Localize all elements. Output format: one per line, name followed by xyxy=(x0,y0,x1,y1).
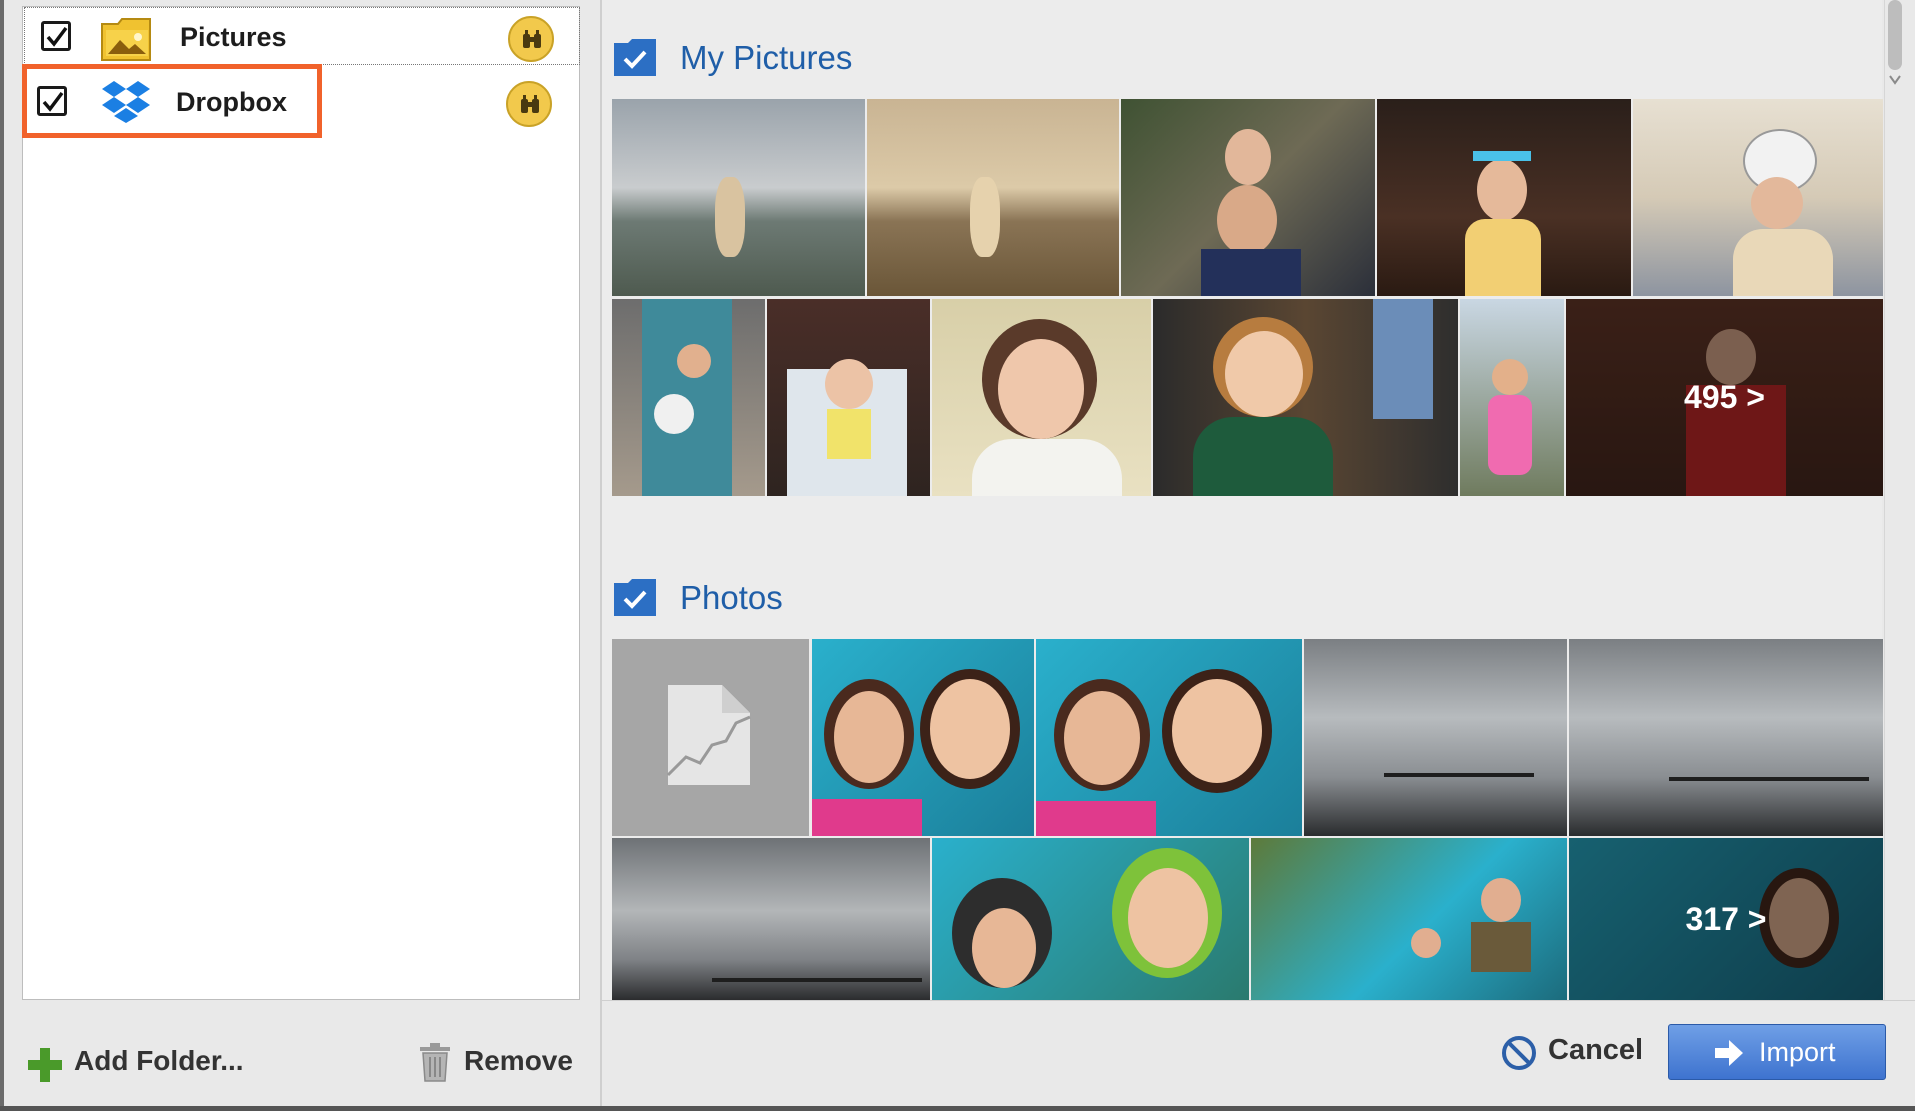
dropbox-checkbox[interactable] xyxy=(37,86,67,116)
cancel-label: Cancel xyxy=(1548,1034,1644,1066)
photo-thumbnail[interactable] xyxy=(1304,639,1567,836)
photo-thumbnail[interactable] xyxy=(932,299,1151,496)
photo-thumbnail[interactable] xyxy=(767,299,930,496)
source-label-dropbox: Dropbox xyxy=(176,87,287,117)
photo-thumbnail[interactable] xyxy=(612,838,930,1000)
photo-thumbnail[interactable] xyxy=(612,99,865,296)
photo-thumbnail[interactable] xyxy=(812,639,1034,836)
photo-thumbnail[interactable] xyxy=(1633,99,1883,296)
remove-button[interactable]: Remove xyxy=(418,1040,573,1084)
binoculars-icon xyxy=(523,30,541,48)
broken-file-icon xyxy=(666,685,751,785)
source-row-pictures[interactable]: Pictures xyxy=(24,7,580,65)
checked-folder-icon xyxy=(614,39,656,76)
dropbox-icon xyxy=(102,81,150,123)
source-row-dropbox[interactable]: Dropbox xyxy=(23,73,579,131)
photo-thumbnail[interactable] xyxy=(867,99,1119,296)
locate-dropbox-button[interactable] xyxy=(506,81,552,127)
window-frame xyxy=(0,0,4,1111)
photo-thumbnail[interactable] xyxy=(1569,639,1883,836)
photo-thumbnail[interactable] xyxy=(1460,299,1564,496)
checked-folder-icon xyxy=(614,579,656,616)
photo-thumbnail[interactable] xyxy=(1153,299,1458,496)
gallery-scrollbar[interactable] xyxy=(1884,0,1907,1000)
more-count-label: 495 > xyxy=(1684,379,1765,415)
photo-thumbnail[interactable] xyxy=(1377,99,1631,296)
trash-icon xyxy=(420,1043,450,1082)
more-photos-tile[interactable]: 317 > xyxy=(1569,838,1883,1000)
more-photos-tile[interactable]: 495 > xyxy=(1566,299,1883,496)
locate-pictures-button[interactable] xyxy=(508,16,554,62)
photo-thumbnail-missing[interactable] xyxy=(612,639,809,836)
arrow-right-icon xyxy=(1715,1040,1743,1066)
photo-thumbnail[interactable] xyxy=(1121,99,1375,296)
photo-thumbnail[interactable] xyxy=(1251,838,1567,1000)
remove-label: Remove xyxy=(464,1045,573,1076)
footer-divider xyxy=(602,1000,1915,1001)
more-count-label: 317 > xyxy=(1685,900,1767,937)
photo-thumbnail[interactable] xyxy=(612,299,765,496)
import-label: Import xyxy=(1759,1037,1836,1067)
window-frame xyxy=(0,1106,1915,1111)
photo-thumbnail[interactable] xyxy=(1036,639,1302,836)
add-folder-label: Add Folder... xyxy=(74,1045,244,1076)
more-overlay: 317 > xyxy=(1569,838,1883,1000)
section-title: My Pictures xyxy=(680,39,853,76)
plus-icon xyxy=(28,1048,62,1082)
scrollbar-thumb[interactable] xyxy=(1888,0,1902,70)
source-list: Pictures Dropbox xyxy=(22,6,580,1000)
cancel-icon xyxy=(1502,1036,1536,1070)
pictures-folder-icon xyxy=(101,18,151,61)
binoculars-icon xyxy=(521,95,539,113)
more-overlay: 495 > xyxy=(1566,299,1883,496)
source-label-pictures: Pictures xyxy=(180,22,287,52)
photo-thumbnail[interactable] xyxy=(932,838,1249,1000)
import-button[interactable]: Import xyxy=(1668,1024,1886,1080)
scroll-down-arrow-icon[interactable] xyxy=(1888,72,1902,88)
section-title: Photos xyxy=(680,579,783,616)
pictures-checkbox[interactable] xyxy=(41,21,71,51)
